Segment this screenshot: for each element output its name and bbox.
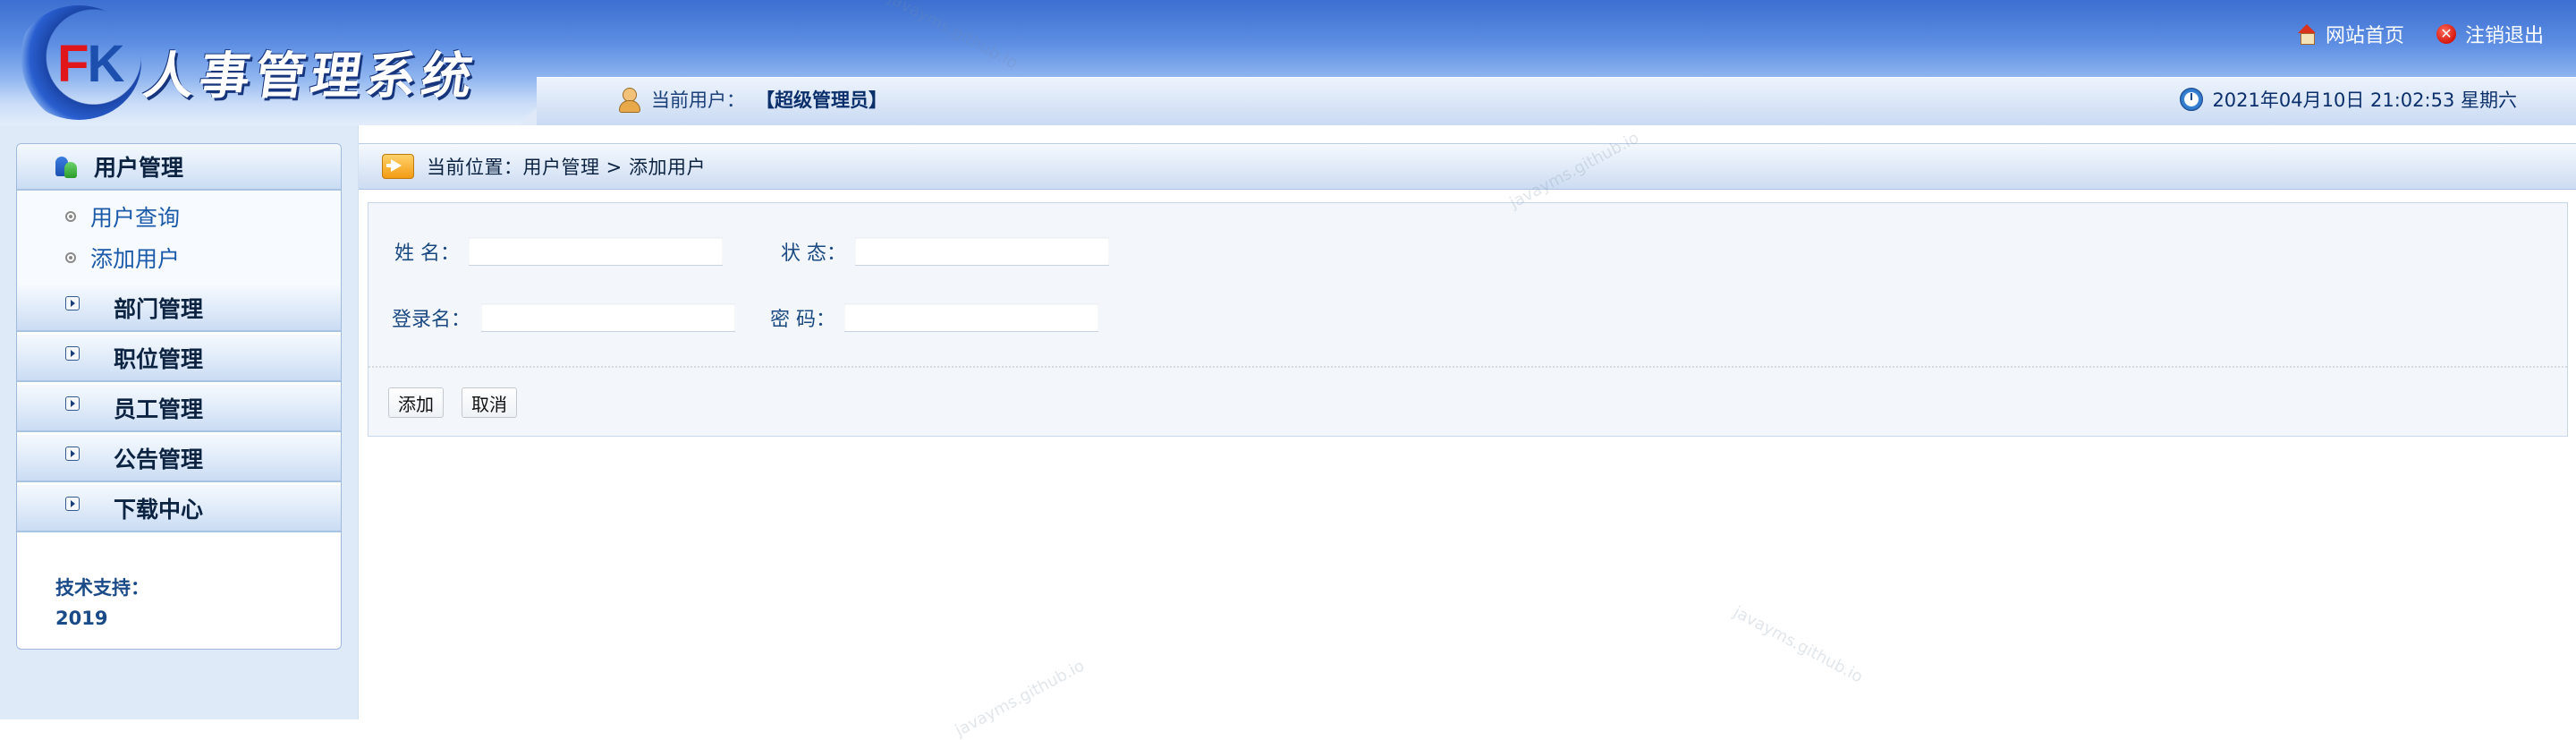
submenu-item-add-user[interactable]: 添加用户 — [17, 237, 341, 278]
datetime-display: 2021年04月10日 21:02:53 星期六 — [2180, 86, 2517, 113]
logout-link-label: 注销退出 — [2464, 25, 2544, 47]
form-row-1: 姓 名： 状 态： — [369, 237, 1109, 266]
logo-letter-k: K — [87, 35, 124, 93]
logo-initials: FK — [57, 34, 124, 94]
menu-label: 公告管理 — [114, 446, 204, 472]
form-row-2: 登录名： 密 码： — [369, 303, 1098, 332]
expand-arrow-icon — [65, 446, 80, 461]
submenu-item-user-query[interactable]: 用户查询 — [17, 196, 341, 237]
current-user-info: 当前用户： 【超级管理员】 — [617, 86, 887, 113]
expand-arrow-icon — [65, 396, 80, 411]
menu-label: 下载中心 — [114, 496, 204, 523]
tech-support-label: 技术支持： — [55, 577, 149, 599]
menu-employee-management[interactable]: 员工管理 — [17, 382, 341, 432]
add-button[interactable]: 添加 — [388, 387, 444, 418]
user-icon — [617, 87, 640, 113]
submenu-user-management: 用户查询 添加用户 — [17, 191, 341, 285]
current-user-label: 当前用户： — [651, 89, 745, 111]
submenu-item-label: 用户查询 — [90, 205, 181, 231]
users-icon — [55, 155, 78, 180]
logout-icon: ✕ — [2436, 24, 2456, 44]
name-label: 姓 名： — [394, 242, 460, 265]
bullet-icon — [65, 211, 76, 222]
menu-label: 员工管理 — [114, 396, 204, 422]
login-name-input[interactable] — [481, 303, 735, 332]
app-title: 人事管理系统 — [140, 47, 482, 106]
tech-support-year: 2019 — [55, 608, 108, 629]
name-input[interactable] — [469, 237, 723, 266]
status-input[interactable] — [855, 237, 1109, 266]
menu-user-management[interactable]: 用户管理 — [17, 144, 341, 191]
app-header: FK 人事管理系统 网站首页 ✕ 注销退出 当前用户： 【超级管理员】 2021… — [0, 0, 2576, 125]
password-label: 密 码： — [770, 309, 835, 331]
status-label: 状 态： — [781, 242, 846, 265]
form-divider — [369, 366, 2567, 368]
datetime-text: 2021年04月10日 21:02:53 星期六 — [2212, 89, 2517, 111]
menu-label: 职位管理 — [114, 345, 204, 372]
expand-arrow-icon — [65, 296, 80, 310]
breadcrumb: 当前位置：用户管理 > 添加用户 — [359, 143, 2576, 190]
password-input[interactable] — [844, 303, 1098, 332]
clock-icon — [2180, 88, 2204, 111]
expand-arrow-icon — [65, 345, 80, 361]
home-link[interactable]: 网站首页 — [2297, 20, 2404, 48]
tech-support: 技术支持： 2019 — [55, 573, 149, 634]
app-logo: FK 人事管理系统 — [13, 4, 513, 120]
login-name-label: 登录名： — [391, 309, 470, 331]
breadcrumb-text: 当前位置：用户管理 > 添加用户 — [427, 157, 706, 178]
submenu-item-label: 添加用户 — [90, 246, 181, 272]
menu-label: 用户管理 — [94, 155, 184, 181]
home-icon — [2297, 24, 2317, 45]
menu-position-management[interactable]: 职位管理 — [17, 332, 341, 382]
menu-department-management[interactable]: 部门管理 — [17, 285, 341, 332]
logo-letter-f: F — [57, 35, 89, 93]
cancel-button[interactable]: 取消 — [462, 387, 517, 418]
top-links: 网站首页 ✕ 注销退出 — [2297, 20, 2544, 48]
logout-link[interactable]: ✕ 注销退出 — [2436, 20, 2544, 48]
add-user-form: 姓 名： 状 态： 登录名： 密 码： 添加 取消 — [368, 202, 2568, 437]
location-arrow-icon — [382, 154, 414, 179]
menu-label: 部门管理 — [114, 296, 204, 322]
main-content: 当前位置：用户管理 > 添加用户 姓 名： 状 态： 登录名： 密 码： 添加 … — [358, 125, 2576, 719]
current-user-role: 【超级管理员】 — [756, 89, 887, 111]
menu-notice-management[interactable]: 公告管理 — [17, 432, 341, 482]
home-link-label: 网站首页 — [2325, 25, 2404, 47]
menu-download-center[interactable]: 下载中心 — [17, 482, 341, 532]
bullet-icon — [65, 252, 76, 263]
expand-arrow-icon — [65, 496, 80, 511]
